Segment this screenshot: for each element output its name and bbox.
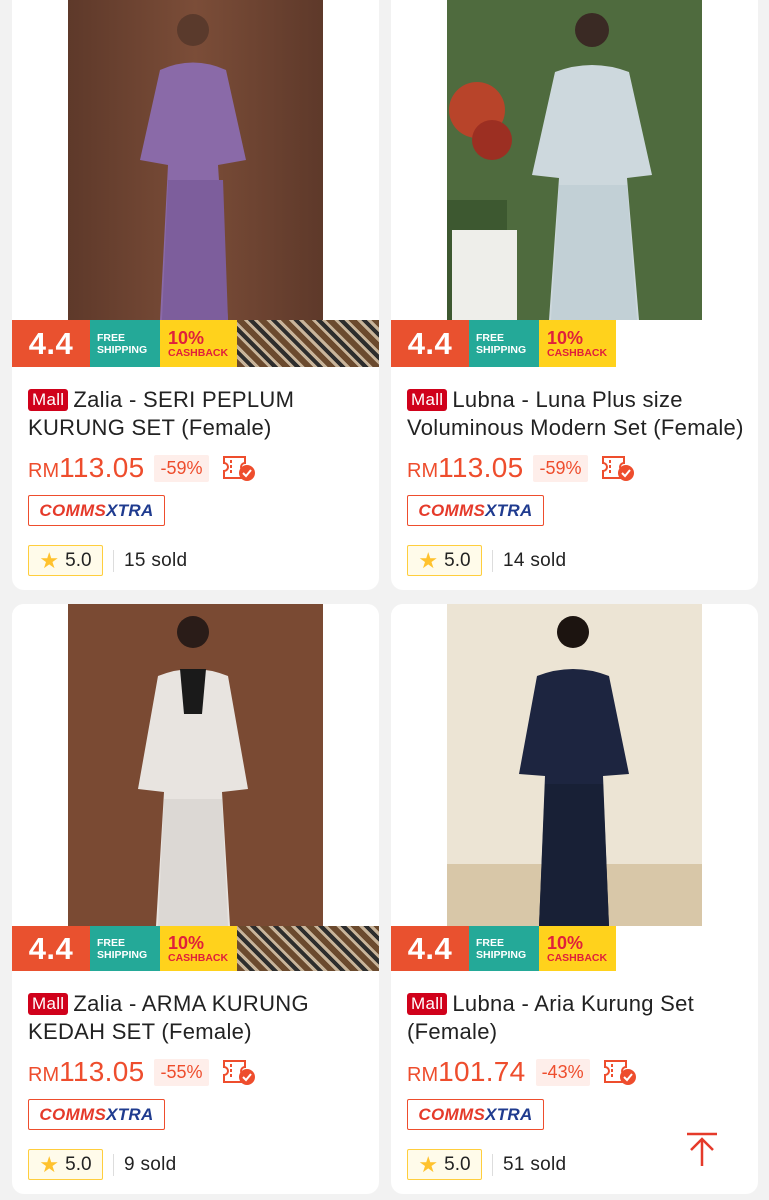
divider (113, 1153, 114, 1176)
price: RM 101.74 (407, 1056, 526, 1087)
mall-badge: Mall (28, 389, 69, 411)
comms-xtra-badge: COMMS XTRA (28, 1099, 165, 1130)
sold-count: 14 sold (503, 549, 567, 571)
back-to-top-button[interactable] (683, 1131, 721, 1169)
product-image-area[interactable]: 4.4 FREE SHIPPING 10% CASHBACK (12, 604, 379, 971)
price: RM 113.05 (28, 452, 145, 483)
free-shipping-label: FREE SHIPPING (469, 926, 539, 971)
voucher-check-icon (221, 1058, 257, 1086)
price-row: RM 113.05 -59% (407, 452, 636, 484)
free-shipping-label: FREE SHIPPING (90, 320, 160, 367)
product-photo[interactable] (68, 0, 323, 320)
sold-count: 15 sold (124, 549, 188, 571)
rating-badge: ★ 5.0 (28, 545, 103, 576)
product-name: Zalia - ARMA KURUNG KEDAH SET (Female) (28, 991, 309, 1044)
product-title[interactable]: Mall Lubna - Luna Plus size Voluminous Mo… (407, 386, 747, 442)
sold-count: 51 sold (503, 1153, 567, 1175)
promo-banner: 4.4 FREE SHIPPING 10% CASHBACK (391, 926, 758, 971)
star-icon: ★ (39, 1151, 60, 1177)
banner-pattern (237, 320, 379, 367)
product-photo[interactable] (447, 0, 702, 320)
divider (492, 549, 493, 572)
free-shipping-label: FREE SHIPPING (469, 320, 539, 367)
promo-tag: 4.4 (391, 926, 469, 971)
product-image-area[interactable]: 4.4 FREE SHIPPING 10% CASHBACK (391, 0, 758, 367)
voucher-check-icon (602, 1058, 638, 1086)
product-image-area[interactable]: 4.4 FREE SHIPPING 10% CASHBACK (12, 0, 379, 367)
price-row: RM 113.05 -55% (28, 1056, 257, 1088)
comms-xtra-badge: COMMS XTRA (407, 1099, 544, 1130)
promo-banner: 4.4 FREE SHIPPING 10% CASHBACK (12, 320, 379, 367)
discount-badge: -59% (154, 454, 209, 482)
comms-xtra-badge: COMMS XTRA (407, 495, 544, 526)
promo-banner: 4.4 FREE SHIPPING 10% CASHBACK (12, 926, 379, 971)
product-card[interactable]: 4.4 FREE SHIPPING 10% CASHBACK Mall Zalia -… (12, 0, 379, 590)
product-photo[interactable] (68, 604, 323, 926)
mall-badge: Mall (407, 993, 448, 1015)
arrow-up-icon (687, 1132, 717, 1166)
cashback-label: 10% CASHBACK (539, 926, 616, 971)
promo-banner: 4.4 FREE SHIPPING 10% CASHBACK (391, 320, 758, 367)
product-title[interactable]: Mall Zalia - SERI PEPLUM KURUNG SET (Fema… (28, 386, 368, 442)
price: RM 113.05 (28, 1056, 145, 1087)
mall-badge: Mall (407, 389, 448, 411)
banner-fill (616, 926, 758, 971)
discount-badge: -55% (154, 1058, 209, 1086)
discount-badge: -59% (533, 454, 588, 482)
product-name: Lubna - Luna Plus size Voluminous Modern… (407, 387, 744, 440)
rating-row: ★ 5.0 9 sold (28, 1149, 177, 1180)
price: RM 113.05 (407, 452, 524, 483)
product-title[interactable]: Mall Zalia - ARMA KURUNG KEDAH SET (Femal… (28, 990, 368, 1046)
comms-xtra-badge: COMMS XTRA (28, 495, 165, 526)
divider (113, 549, 114, 572)
product-photo[interactable] (447, 604, 702, 926)
star-icon: ★ (39, 547, 60, 573)
sold-count: 9 sold (124, 1153, 177, 1175)
star-icon: ★ (418, 1151, 439, 1177)
rating-row: ★ 5.0 14 sold (407, 545, 566, 576)
product-name: Lubna - Aria Kurung Set (Female) (407, 991, 695, 1044)
product-image-area[interactable]: 4.4 FREE SHIPPING 10% CASHBACK (391, 604, 758, 971)
rating-row: ★ 5.0 15 sold (28, 545, 187, 576)
star-icon: ★ (418, 547, 439, 573)
price-row: RM 101.74 -43% (407, 1056, 638, 1088)
promo-tag: 4.4 (12, 320, 90, 367)
product-title[interactable]: Mall Lubna - Aria Kurung Set (Female) (407, 990, 747, 1046)
product-card[interactable]: 4.4 FREE SHIPPING 10% CASHBACK Mall Zalia -… (12, 604, 379, 1194)
voucher-check-icon (221, 454, 257, 482)
rating-badge: ★ 5.0 (28, 1149, 103, 1180)
promo-tag: 4.4 (12, 926, 90, 971)
promo-tag: 4.4 (391, 320, 469, 367)
mall-badge: Mall (28, 993, 69, 1015)
rating-row: ★ 5.0 51 sold (407, 1149, 566, 1180)
rating-badge: ★ 5.0 (407, 1149, 482, 1180)
product-grid: 4.4 FREE SHIPPING 10% CASHBACK Mall Zalia -… (0, 0, 769, 1200)
discount-badge: -43% (535, 1058, 590, 1086)
price-row: RM 113.05 -59% (28, 452, 257, 484)
divider (492, 1153, 493, 1176)
product-card[interactable]: 4.4 FREE SHIPPING 10% CASHBACK Mall Lubna -… (391, 604, 758, 1194)
banner-pattern (237, 926, 379, 971)
free-shipping-label: FREE SHIPPING (90, 926, 160, 971)
cashback-label: 10% CASHBACK (160, 926, 237, 971)
banner-fill (616, 320, 758, 367)
cashback-label: 10% CASHBACK (539, 320, 616, 367)
cashback-label: 10% CASHBACK (160, 320, 237, 367)
rating-badge: ★ 5.0 (407, 545, 482, 576)
voucher-check-icon (600, 454, 636, 482)
product-card[interactable]: 4.4 FREE SHIPPING 10% CASHBACK Mall Lubna -… (391, 0, 758, 590)
